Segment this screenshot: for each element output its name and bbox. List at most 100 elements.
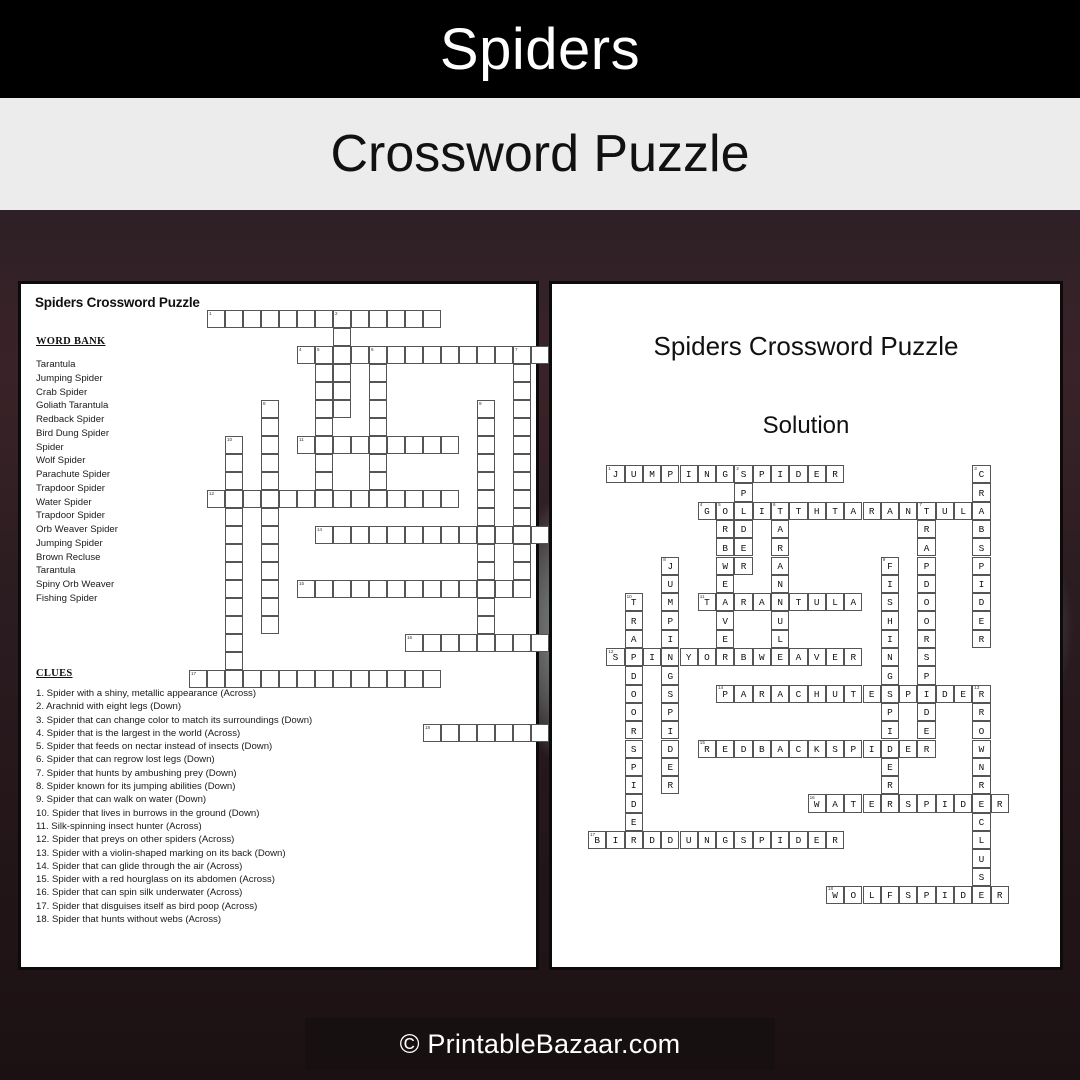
crossword-cell[interactable]: E	[423, 490, 441, 508]
crossword-cell[interactable]: A	[513, 382, 531, 400]
crossword-cell[interactable]: S	[477, 436, 495, 454]
crossword-cell[interactable]: 16W	[405, 634, 423, 652]
crossword-cell[interactable]: E	[477, 598, 495, 616]
crossword-cell[interactable]: P	[225, 598, 243, 616]
crossword-cell[interactable]: N	[477, 490, 495, 508]
crossword-cell[interactable]: E	[405, 310, 423, 328]
crossword-cell[interactable]: I	[369, 310, 387, 328]
crossword-cell[interactable]: O	[297, 490, 315, 508]
crossword-cell[interactable]: A	[477, 346, 495, 364]
crossword-cell[interactable]: S	[495, 724, 513, 742]
crossword-cell[interactable]: A	[369, 526, 387, 544]
crossword-cell[interactable]: P	[513, 508, 531, 526]
crossword-cell[interactable]: U	[225, 310, 243, 328]
crossword-cell[interactable]: K	[405, 580, 423, 598]
crossword-cell[interactable]: R	[477, 616, 495, 634]
crossword-cell[interactable]: A	[423, 634, 441, 652]
crossword-cell[interactable]: S	[333, 670, 351, 688]
crossword-cell[interactable]: N	[297, 670, 315, 688]
crossword-cell[interactable]: P	[441, 580, 459, 598]
crossword-cell[interactable]: N	[495, 346, 513, 364]
crossword-cell[interactable]: I	[243, 490, 261, 508]
crossword-cell[interactable]: G	[261, 508, 279, 526]
crossword-cell[interactable]: U	[405, 436, 423, 454]
crossword-cell[interactable]: D	[333, 580, 351, 598]
crossword-cell[interactable]: T	[441, 634, 459, 652]
crossword-cell[interactable]: D	[243, 670, 261, 688]
crossword-cell[interactable]: I	[477, 472, 495, 490]
crossword-cell[interactable]: C	[387, 526, 405, 544]
crossword-cell[interactable]: U	[369, 454, 387, 472]
crossword-cell[interactable]: P	[351, 670, 369, 688]
crossword-cell[interactable]: P	[477, 544, 495, 562]
crossword-cell[interactable]: R	[225, 562, 243, 580]
crossword-cell[interactable]: P	[513, 724, 531, 742]
crossword-cell[interactable]: W	[315, 400, 333, 418]
crossword-cell[interactable]: D	[513, 544, 531, 562]
crossword-cell[interactable]: E	[369, 490, 387, 508]
crossword-cell[interactable]: 10T	[225, 436, 243, 454]
crossword-cell[interactable]: R	[423, 670, 441, 688]
crossword-cell[interactable]: I	[261, 472, 279, 490]
crossword-cell[interactable]: G	[315, 670, 333, 688]
crossword-cell[interactable]: R	[513, 364, 531, 382]
crossword-cell[interactable]: P	[495, 526, 513, 544]
crossword-cell[interactable]: A	[333, 526, 351, 544]
crossword-cell[interactable]: R	[477, 634, 495, 652]
crossword-cell[interactable]: R	[333, 436, 351, 454]
crossword-cell[interactable]: 17B	[189, 670, 207, 688]
crossword-cell[interactable]: L	[369, 472, 387, 490]
crossword-cell[interactable]: N	[261, 490, 279, 508]
crossword-cell[interactable]: E	[261, 598, 279, 616]
crossword-cell[interactable]: D	[225, 634, 243, 652]
crossword-cell[interactable]: 4G	[297, 346, 315, 364]
crossword-cell[interactable]: D	[261, 580, 279, 598]
crossword-cell[interactable]: R	[333, 400, 351, 418]
crossword-cell[interactable]: P	[225, 490, 243, 508]
crossword-cell[interactable]: S	[225, 580, 243, 598]
crossword-cell[interactable]: P	[333, 328, 351, 346]
crossword-cell[interactable]: A	[441, 346, 459, 364]
crossword-cell[interactable]: O	[513, 436, 531, 454]
crossword-cell[interactable]: E	[459, 634, 477, 652]
crossword-cell[interactable]: D	[387, 310, 405, 328]
crossword-cell[interactable]: S	[423, 580, 441, 598]
crossword-cell[interactable]: P	[513, 634, 531, 652]
crossword-cell[interactable]: S	[261, 526, 279, 544]
crossword-cell[interactable]: I	[477, 418, 495, 436]
crossword-cell[interactable]: E	[315, 472, 333, 490]
crossword-cell[interactable]: I	[261, 562, 279, 580]
crossword-cell[interactable]: T	[387, 436, 405, 454]
crossword-cell[interactable]: A	[225, 472, 243, 490]
crossword-cell[interactable]: O	[513, 454, 531, 472]
crossword-cell[interactable]: H	[405, 526, 423, 544]
crossword-cell[interactable]: I	[531, 634, 549, 652]
crossword-cell[interactable]: S	[477, 526, 495, 544]
crossword-cell[interactable]: R	[225, 670, 243, 688]
crossword-cell[interactable]: M	[261, 436, 279, 454]
crossword-cell[interactable]: G	[477, 508, 495, 526]
crossword-cell[interactable]: E	[333, 382, 351, 400]
crossword-cell[interactable]: I	[531, 724, 549, 742]
crossword-cell[interactable]: 6T	[369, 346, 387, 364]
crossword-cell[interactable]: T	[387, 346, 405, 364]
crossword-cell[interactable]: E	[459, 526, 477, 544]
crossword-cell[interactable]: A	[369, 364, 387, 382]
crossword-cell[interactable]: D	[477, 580, 495, 598]
crossword-cell[interactable]: B	[315, 382, 333, 400]
crossword-cell[interactable]: 1J	[207, 310, 225, 328]
crossword-cell[interactable]: I	[207, 670, 225, 688]
crossword-cell[interactable]: P	[351, 310, 369, 328]
crossword-cell[interactable]: 12S	[207, 490, 225, 508]
crossword-cell[interactable]: O	[225, 544, 243, 562]
crossword-cell[interactable]: W	[351, 490, 369, 508]
crossword-cell[interactable]: 7T	[513, 346, 531, 364]
crossword-cell[interactable]: A	[351, 436, 369, 454]
crossword-cell[interactable]: E	[513, 562, 531, 580]
crossword-cell[interactable]: N	[369, 418, 387, 436]
crossword-cell[interactable]: R	[261, 616, 279, 634]
crossword-cell[interactable]: A	[441, 436, 459, 454]
crossword-cell[interactable]: 11T	[297, 436, 315, 454]
crossword-cell[interactable]: D	[225, 508, 243, 526]
crossword-cell[interactable]: D	[531, 526, 549, 544]
